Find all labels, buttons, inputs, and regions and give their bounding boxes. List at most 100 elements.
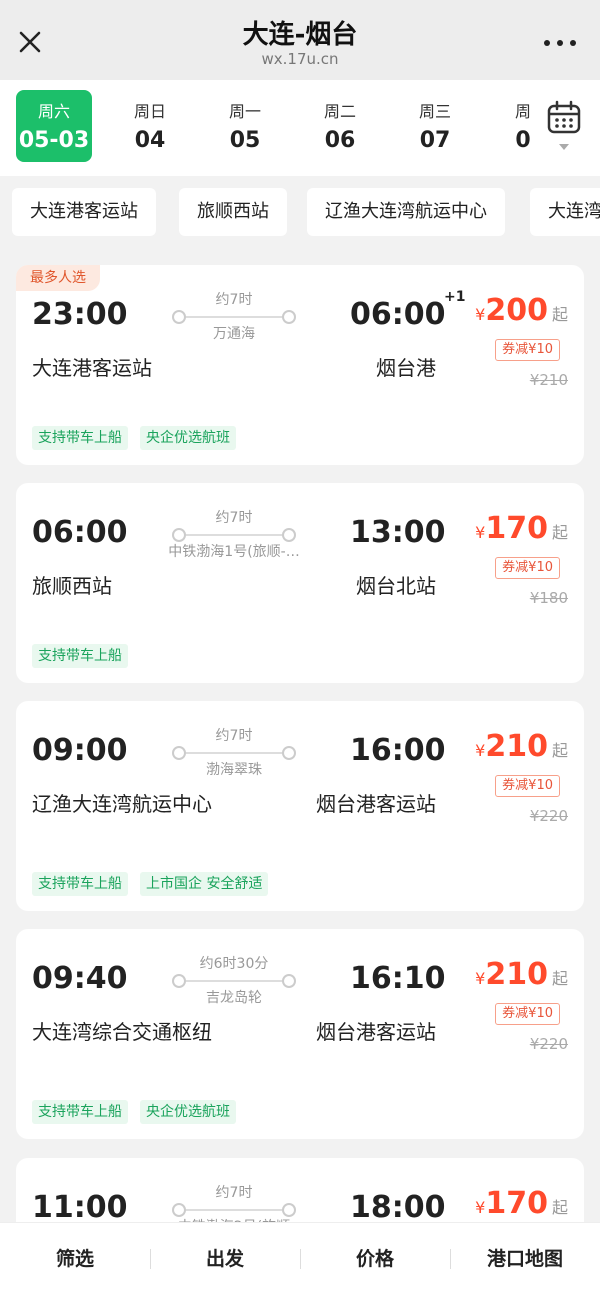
sort-price-button[interactable]: 价格 (300, 1223, 450, 1294)
duration: 约7时 (215, 1185, 253, 1201)
arrival-time: 16:10 (350, 961, 446, 996)
feature-tag: 支持带车上船 (32, 426, 128, 450)
departure-station: 大连湾综合交通枢纽 (32, 1020, 212, 1044)
feature-tag: 支持带车上船 (32, 644, 128, 668)
currency-symbol: ¥ (475, 305, 486, 324)
ship-name: 吉龙岛轮 (206, 990, 262, 1006)
coupon-badge: 券减¥10 (495, 557, 560, 579)
feature-tag: 央企优选航班 (140, 426, 236, 450)
station-chip[interactable]: 旅顺西站 (179, 188, 287, 236)
price: ¥200 起 (448, 293, 568, 328)
trip-card[interactable]: 09:00 约7时 渤海翠珠 16:00 ¥210 起 券减¥10 ¥220 辽渔… (16, 701, 584, 911)
sort-departure-button[interactable]: 出发 (150, 1223, 300, 1294)
date-weekday: 周 (514, 102, 530, 121)
date-weekday: 周一 (228, 102, 261, 121)
popular-badge: 最多人选 (16, 265, 100, 291)
arrival-time: 18:00 (350, 1190, 446, 1225)
arrival-station: 烟台北站 (356, 574, 436, 598)
price: ¥210 起 (448, 957, 568, 992)
coupon-badge: 券减¥10 (495, 1003, 560, 1025)
currency-symbol: ¥ (475, 1198, 486, 1217)
arrival-station: 烟台港 (376, 356, 436, 380)
page-url: wx.17u.cn (261, 50, 339, 68)
ship-name: 中铁渤海1号(旅顺-… (168, 544, 300, 560)
departure-time: 09:40 (32, 961, 128, 996)
original-price: ¥220 (529, 807, 568, 825)
duration: 约7时 (215, 728, 253, 744)
tag-list: 支持带车上船 央企优选航班 (32, 1100, 236, 1124)
price-value: 170 (485, 1186, 548, 1221)
feature-tag: 支持带车上船 (32, 1100, 128, 1124)
trip-card[interactable]: 06:00 约7时 中铁渤海1号(旅顺-… 13:00 ¥170 起 券减¥10 … (16, 483, 584, 683)
arrival-station: 烟台港客运站 (316, 792, 436, 816)
coupon-badge: 券减¥10 (495, 339, 560, 361)
departure-time: 06:00 (32, 515, 128, 550)
date-item[interactable]: 周二 06 (302, 90, 378, 162)
price: ¥210 起 (448, 729, 568, 764)
station-chip[interactable]: 辽渔大连湾航运中心 (307, 188, 505, 236)
nav-header: 大连-烟台 wx.17u.cn (0, 0, 600, 80)
station-chip[interactable]: 大连港客运站 (12, 188, 156, 236)
date-item[interactable]: 周日 04 (112, 90, 188, 162)
date-day: 05 (229, 128, 261, 153)
price-suffix: 起 (551, 969, 568, 988)
duration: 约7时 (215, 292, 253, 308)
tag-list: 支持带车上船 上市国企 安全舒适 (32, 872, 269, 896)
arrival-station: 烟台港客运站 (316, 1020, 436, 1044)
date-item-selected[interactable]: 周六 05-03 (16, 90, 92, 162)
station-filter: 大连港客运站 旅顺西站 辽渔大连湾航运中心 大连湾 (0, 176, 600, 248)
date-day: 0 (515, 128, 530, 153)
date-weekday: 周二 (323, 102, 356, 121)
date-selector: 周六 05-03 周日 04 周一 05 周二 06 周三 07 周 0 (0, 80, 600, 176)
ship-name: 万通海 (213, 326, 255, 342)
date-item[interactable]: 周 0 (485, 90, 530, 162)
more-icon[interactable] (544, 38, 576, 48)
price-value: 210 (485, 957, 548, 992)
date-item[interactable]: 周一 05 (207, 90, 283, 162)
departure-time: 09:00 (32, 733, 128, 768)
price-suffix: 起 (551, 305, 568, 324)
original-price: ¥180 (529, 589, 568, 607)
chevron-down-icon (559, 144, 569, 150)
duration: 约6时30分 (199, 956, 269, 972)
price-value: 210 (485, 729, 548, 764)
arrival-time: 13:00 (350, 515, 446, 550)
coupon-badge: 券减¥10 (495, 775, 560, 797)
currency-symbol: ¥ (475, 741, 486, 760)
original-price: ¥210 (529, 371, 568, 389)
date-item[interactable]: 周三 07 (397, 90, 473, 162)
date-weekday: 周日 (133, 102, 166, 121)
tag-list: 支持带车上船 (32, 644, 128, 668)
calendar-button[interactable] (538, 100, 590, 160)
price-suffix: 起 (551, 1198, 568, 1217)
date-list: 周六 05-03 周日 04 周一 05 周二 06 周三 07 周 0 (16, 90, 530, 164)
price-suffix: 起 (551, 741, 568, 760)
feature-tag: 支持带车上船 (32, 872, 128, 896)
port-map-button[interactable]: 港口地图 (450, 1223, 600, 1294)
tag-list: 支持带车上船 央企优选航班 (32, 426, 236, 450)
price-suffix: 起 (551, 523, 568, 542)
date-day: 06 (324, 128, 356, 153)
page-title: 大连-烟台 (242, 20, 358, 50)
date-weekday: 周三 (418, 102, 451, 121)
duration: 约7时 (215, 510, 253, 526)
ship-name: 渤海翠珠 (206, 762, 262, 778)
currency-symbol: ¥ (475, 969, 486, 988)
departure-time: 11:00 (32, 1190, 128, 1225)
arrival-time: 16:00 (350, 733, 446, 768)
station-chip[interactable]: 大连湾 (530, 188, 600, 236)
trip-card[interactable]: 最多人选 23:00 约7时 万通海 06:00 +1 ¥200 起 券减¥10 … (16, 265, 584, 465)
original-price: ¥220 (529, 1035, 568, 1053)
departure-station: 大连港客运站 (32, 356, 152, 380)
date-day: 04 (134, 128, 166, 153)
filter-button[interactable]: 筛选 (0, 1223, 150, 1294)
calendar-icon (547, 100, 581, 134)
trip-card[interactable]: 09:40 约6时30分 吉龙岛轮 16:10 ¥210 起 券减¥10 ¥220… (16, 929, 584, 1139)
price-value: 200 (485, 293, 548, 328)
arrival-time: 06:00 (350, 297, 446, 332)
price-value: 170 (485, 511, 548, 546)
departure-time: 23:00 (32, 297, 128, 332)
date-weekday: 周六 (37, 102, 70, 121)
feature-tag: 上市国企 安全舒适 (140, 872, 269, 896)
currency-symbol: ¥ (475, 523, 486, 542)
